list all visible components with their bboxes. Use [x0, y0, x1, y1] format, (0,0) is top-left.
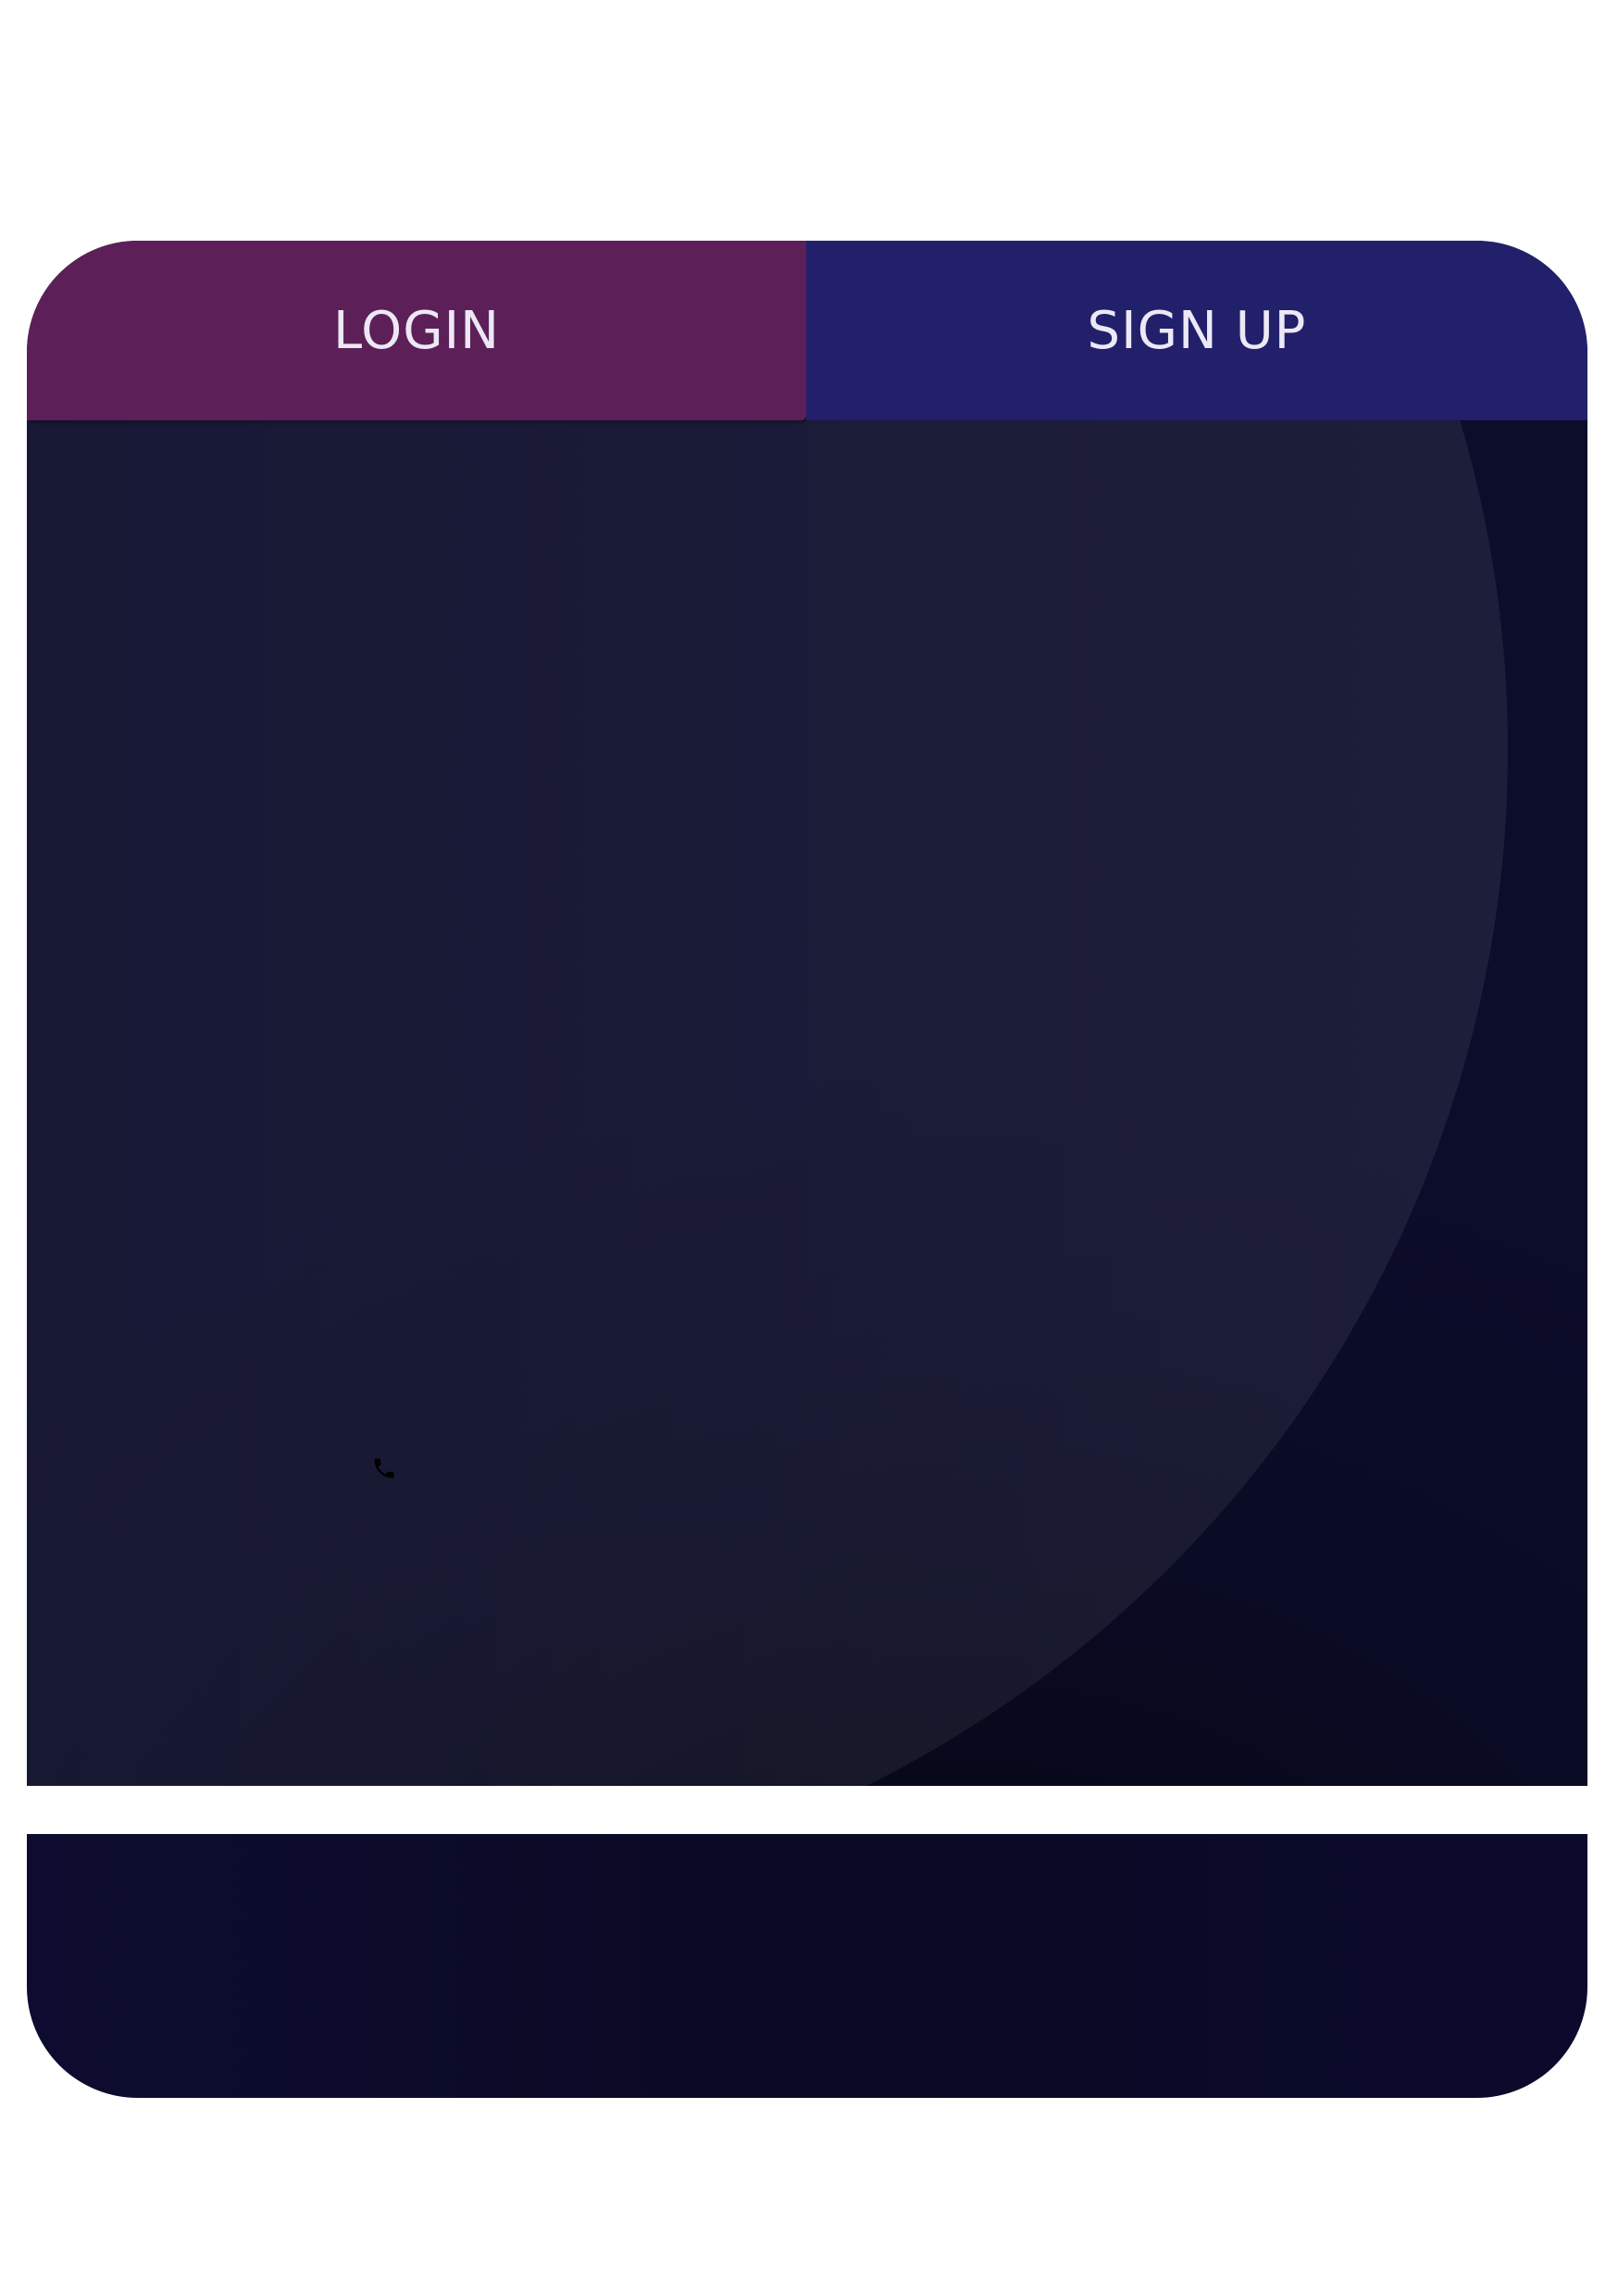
auth-card: LOGIN SIGN UP: [27, 241, 1587, 1786]
tab-login[interactable]: LOGIN: [27, 241, 806, 420]
tab-signup[interactable]: SIGN UP: [806, 241, 1587, 420]
bottom-panel: [27, 1834, 1587, 2098]
auth-tabs: LOGIN SIGN UP: [27, 241, 1587, 420]
panel-separator: [27, 1786, 1587, 1834]
phone-icon: [374, 1458, 394, 1479]
